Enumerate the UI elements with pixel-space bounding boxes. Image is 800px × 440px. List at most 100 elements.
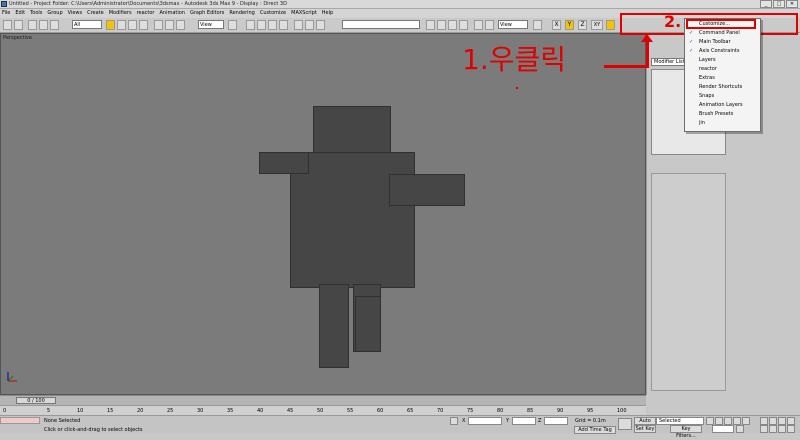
render-setup-icon[interactable] <box>474 20 483 30</box>
menu-customize[interactable]: Customize <box>260 9 286 18</box>
play-icon[interactable] <box>724 417 732 425</box>
menu-rendering[interactable]: Rendering <box>229 9 255 18</box>
go-to-start-icon[interactable] <box>706 417 714 425</box>
named-selection-dropdown[interactable] <box>342 20 420 29</box>
menu-views[interactable]: Views <box>68 9 82 18</box>
menu-file[interactable]: File <box>2 9 10 18</box>
select-move-icon[interactable] <box>154 20 163 30</box>
previous-frame-icon[interactable] <box>715 417 723 425</box>
y-coord-field[interactable] <box>512 417 536 425</box>
snaps-toggle-icon[interactable] <box>246 20 255 30</box>
select-rotate-icon[interactable] <box>165 20 174 30</box>
go-to-end-icon[interactable] <box>742 417 750 425</box>
menu-item-command-panel[interactable]: Command Panel <box>699 30 740 36</box>
select-by-name-icon[interactable] <box>117 20 126 30</box>
axis-xy-button[interactable]: XY <box>591 20 603 30</box>
menu-item-animation-layers[interactable]: Animation Layers <box>699 102 743 108</box>
menu-item-axis-constraints[interactable]: Axis Constraints <box>699 48 740 54</box>
app-icon[interactable] <box>1 1 7 7</box>
redo-icon[interactable] <box>14 20 23 30</box>
window-crossing-icon[interactable] <box>139 20 148 30</box>
axis-z-button[interactable]: Z <box>578 20 587 30</box>
edit-named-selection-icon[interactable] <box>294 20 303 30</box>
menu-maxscript[interactable]: MAXScript <box>291 9 317 18</box>
percent-snap-icon[interactable] <box>268 20 277 30</box>
spinner-snap-icon[interactable] <box>279 20 288 30</box>
render-frame-icon[interactable] <box>485 20 494 30</box>
field-of-view-icon[interactable] <box>760 425 768 433</box>
bind-space-warp-icon[interactable] <box>50 20 59 30</box>
robot-right-arm[interactable] <box>389 174 465 206</box>
axis-x-button[interactable]: X <box>552 20 561 30</box>
toolbar-context-menu[interactable]: Customize... Command Panel ✓ Main Toolba… <box>684 18 761 132</box>
maximize-viewport-icon[interactable] <box>787 425 795 433</box>
perspective-viewport[interactable]: Perspective <box>0 33 646 395</box>
menu-item-extras[interactable]: Extras <box>699 75 715 81</box>
key-filters-button[interactable]: Key Filters... <box>670 425 702 439</box>
next-frame-icon[interactable] <box>733 417 741 425</box>
select-object-icon[interactable] <box>106 20 115 30</box>
zoom-icon[interactable] <box>760 417 768 425</box>
zoom-extents-icon[interactable] <box>778 417 786 425</box>
lock-selection-icon[interactable] <box>450 417 458 425</box>
menu-item-jin[interactable]: jin <box>699 120 705 126</box>
rectangular-selection-icon[interactable] <box>128 20 137 30</box>
key-selection-dropdown[interactable]: Selected <box>656 417 704 425</box>
menu-help[interactable]: Help <box>322 9 333 18</box>
time-configuration-icon[interactable] <box>736 425 744 433</box>
menu-create[interactable]: Create <box>87 9 104 18</box>
time-slider-track[interactable]: 0 / 100 <box>0 395 646 405</box>
menu-tools[interactable]: Tools <box>30 9 42 18</box>
axis-y-button[interactable]: Y <box>565 20 574 30</box>
zoom-extents-all-icon[interactable] <box>787 417 795 425</box>
robot-right-leg-lower[interactable] <box>355 296 381 352</box>
menu-reactor[interactable]: reactor <box>137 9 155 18</box>
schematic-view-icon[interactable] <box>448 20 457 30</box>
menu-item-main-toolbar[interactable]: Main Toolbar <box>699 39 731 45</box>
menu-graph-editors[interactable]: Graph Editors <box>190 9 224 18</box>
layer-manager-icon[interactable] <box>426 20 435 30</box>
menu-item-brush-presets[interactable]: Brush Presets <box>699 111 733 117</box>
robot-left-leg[interactable] <box>319 284 349 368</box>
pivot-center-icon[interactable] <box>228 20 237 30</box>
select-scale-icon[interactable] <box>176 20 185 30</box>
menu-item-snaps[interactable]: Snaps <box>699 93 714 99</box>
zoom-all-icon[interactable] <box>769 417 777 425</box>
link-icon[interactable] <box>28 20 37 30</box>
x-coord-field[interactable] <box>468 417 502 425</box>
material-editor-icon[interactable] <box>459 20 468 30</box>
robot-left-arm[interactable] <box>259 152 309 174</box>
track-bar[interactable]: 0 5 10 15 20 25 30 35 40 45 50 55 60 65 … <box>0 405 646 415</box>
auto-key-button[interactable]: Auto Key <box>634 417 656 431</box>
align-icon[interactable] <box>316 20 325 30</box>
maximize-button[interactable]: □ <box>773 0 785 8</box>
menu-item-reactor[interactable]: reactor <box>699 66 717 72</box>
curve-editor-icon[interactable] <box>437 20 446 30</box>
unlink-icon[interactable] <box>39 20 48 30</box>
viewport-label[interactable]: Perspective <box>3 35 32 41</box>
orbit-icon[interactable] <box>778 425 786 433</box>
angle-snap-icon[interactable] <box>257 20 266 30</box>
set-key-button[interactable]: Set Key <box>634 425 656 433</box>
menu-edit[interactable]: Edit <box>15 9 25 18</box>
properties-rollout[interactable] <box>651 173 726 391</box>
minimize-button[interactable]: _ <box>760 0 772 8</box>
menu-modifiers[interactable]: Modifiers <box>109 9 132 18</box>
menu-item-render-shortcuts[interactable]: Render Shortcuts <box>699 84 742 90</box>
current-frame-field[interactable] <box>712 425 734 433</box>
mirror-icon[interactable] <box>305 20 314 30</box>
reference-coordinate-dropdown[interactable]: View <box>198 20 224 29</box>
key-icon[interactable] <box>618 418 632 430</box>
maxscript-listener[interactable] <box>0 417 40 424</box>
axis-constraint-flyout-icon[interactable] <box>606 20 615 30</box>
menu-group[interactable]: Group <box>47 9 62 18</box>
view-dropdown[interactable]: View <box>498 20 528 29</box>
time-slider[interactable]: 0 / 100 <box>16 397 56 404</box>
quick-render-icon[interactable] <box>533 20 542 30</box>
menu-animation[interactable]: Animation <box>159 9 185 18</box>
close-button[interactable]: ✕ <box>786 0 798 8</box>
undo-icon[interactable] <box>3 20 12 30</box>
selection-filter-dropdown[interactable]: All <box>72 20 102 29</box>
pan-icon[interactable] <box>769 425 777 433</box>
z-coord-field[interactable] <box>544 417 568 425</box>
